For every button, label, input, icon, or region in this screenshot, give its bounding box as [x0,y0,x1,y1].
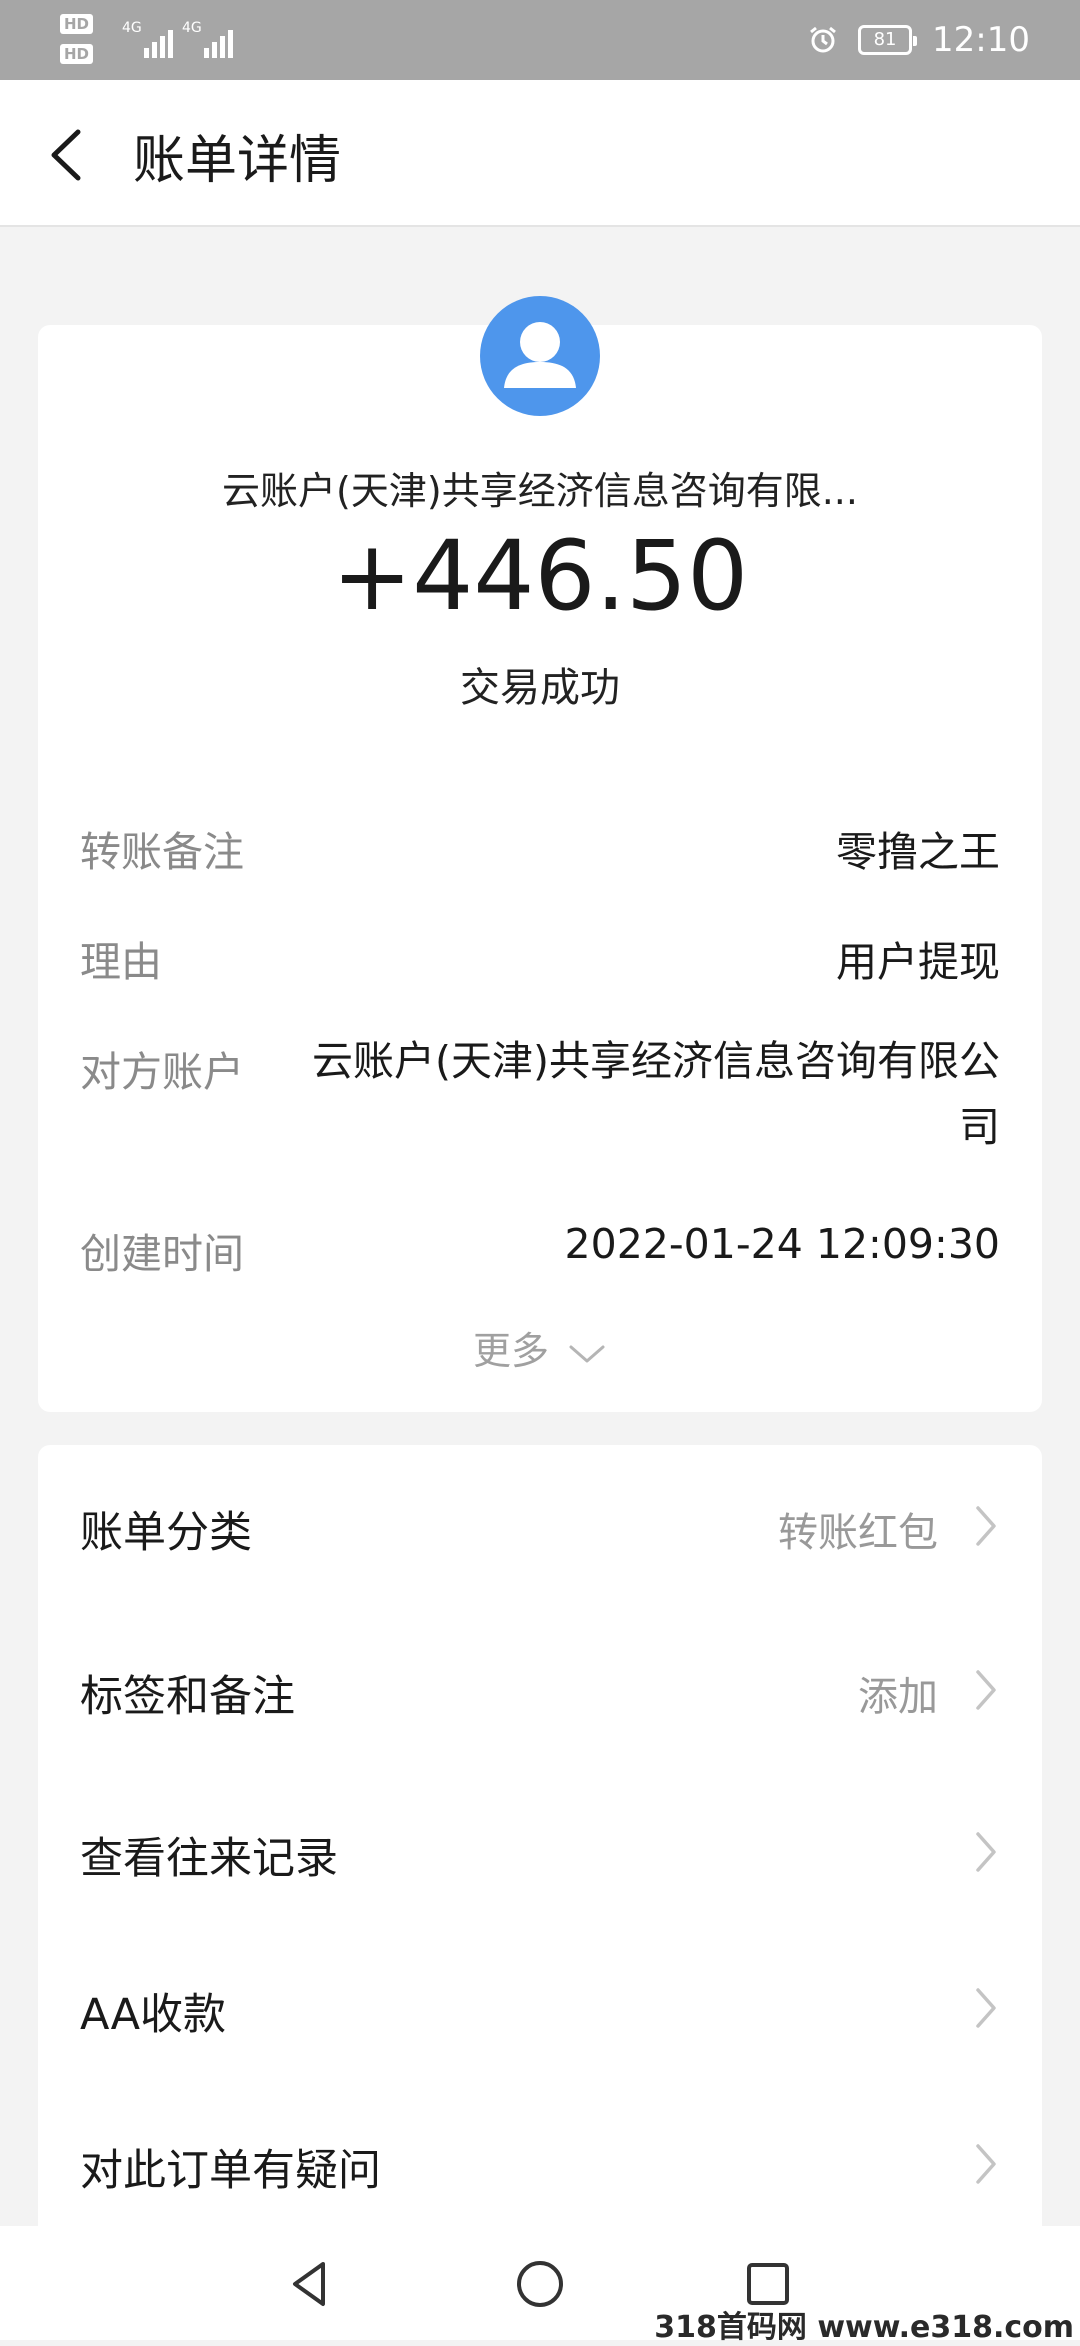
detail-key: 转账备注 [80,828,244,876]
page-header: 账单详情 [0,80,1080,227]
detail-key: 对方账户 [80,1048,244,1096]
sim2-badge: HD 2 [60,44,94,83]
more-button[interactable]: 更多 [0,1320,1080,1375]
chevron-left-icon [51,129,81,181]
detail-value: 零撸之王 [836,828,1000,876]
status-bar: HD 1 HD 2 4G 4G 81 12:10 [0,0,1080,83]
page-title: 账单详情 [133,131,342,191]
action-value: 转账红包 [778,1510,938,1556]
action-label: AA收款 [80,1990,227,2040]
action-value: 添加 [858,1674,938,1720]
detail-key: 理由 [80,938,162,986]
chevron-right-icon [976,1988,996,2028]
chevron-right-icon [976,1832,996,1872]
watermark: 318首码网 www.e318.com [654,2310,1074,2345]
action-label: 账单分类 [80,1508,252,1558]
detail-value: 云账户(天津)共享经济信息咨询有限公司 [312,1037,1000,1151]
chevron-down-icon [569,1345,605,1362]
alarm-icon [810,26,836,53]
network2-label: 4G [182,20,202,36]
more-label: 更多 [472,1329,549,1373]
transaction-amount: +446.50 [331,520,749,632]
circle-home-icon [517,2261,563,2307]
avatar [480,296,600,416]
chevron-right-icon [976,1670,996,1710]
battery-level: 81 [873,29,897,50]
action-view-history[interactable]: 查看往来记录 [80,1802,1000,1902]
back-button[interactable] [40,120,100,190]
action-bill-category[interactable]: 账单分类 转账红包 [80,1476,1000,1576]
battery-icon: 81 [858,25,918,55]
detail-value: 用户提现 [836,938,1000,986]
signal2-icon [204,28,233,58]
clock: 12:10 [932,20,1030,60]
action-aa-collect[interactable]: AA收款 [80,1958,1000,2058]
network1-label: 4G [122,20,142,36]
action-tags-notes[interactable]: 标签和备注 添加 [80,1640,1000,1740]
action-label: 对此订单有疑问 [80,2146,381,2196]
chevron-right-icon [976,1506,996,1546]
chevron-right-icon [976,2144,996,2184]
nav-back-button[interactable] [283,2256,339,2312]
transaction-status: 交易成功 [460,665,620,711]
sim1-badge: HD 1 [60,14,94,53]
triangle-back-icon [293,2262,325,2306]
action-label: 查看往来记录 [80,1834,338,1884]
action-dispute[interactable]: 对此订单有疑问 [80,2114,1000,2214]
action-label: 标签和备注 [80,1672,295,1722]
detail-value: 2022-01-24 12:09:30 [564,1220,1000,1268]
nav-home-button[interactable] [512,2256,568,2312]
square-recents-icon [747,2263,789,2305]
payee-name: 云账户(天津)共享经济信息咨询有限... [222,469,858,513]
detail-key: 创建时间 [80,1230,244,1278]
user-icon [504,322,576,388]
signal1-icon [144,28,173,58]
